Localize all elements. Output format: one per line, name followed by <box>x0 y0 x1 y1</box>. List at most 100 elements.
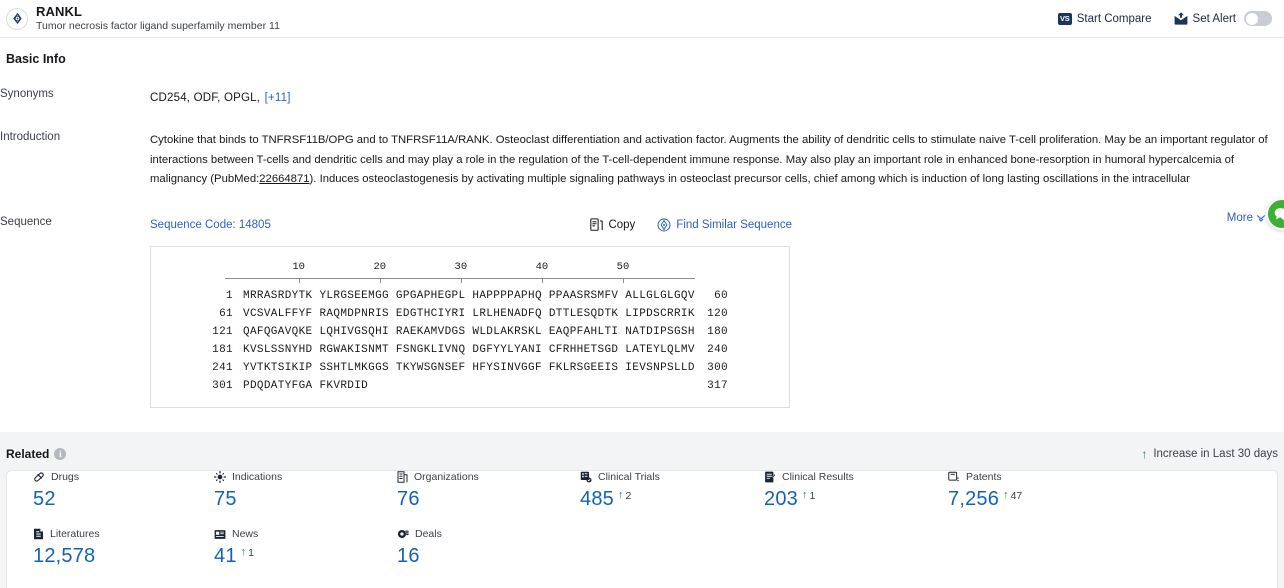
set-alert-control[interactable]: Set Alert <box>1174 11 1272 26</box>
copy-icon <box>590 217 604 232</box>
sequence-code[interactable]: Sequence Code: 14805 <box>150 219 271 231</box>
related-stat-delta-value: 1 <box>809 490 816 502</box>
related-stats-card: Drugs 52 Indications 75 Organizations 76 Clini… <box>6 470 1278 588</box>
sequence-line-residues: MRRASRDYTK YLRGSEEMGG GPGAPHEGPL HAPPPPA… <box>243 289 695 302</box>
alert-bell-icon <box>1174 12 1188 25</box>
related-section: Related i ↑ Increase in Last 30 days Dru… <box>0 432 1284 588</box>
find-similar-icon <box>657 218 671 232</box>
copy-label: Copy <box>608 218 636 231</box>
clinical-trials-icon <box>580 471 592 483</box>
set-alert-toggle[interactable] <box>1244 11 1272 26</box>
up-arrow-icon: ↑ <box>240 546 247 558</box>
sequence-line-start: 61 <box>219 307 233 320</box>
related-title: Related <box>6 447 50 461</box>
up-arrow-icon: ↑ <box>1141 447 1148 461</box>
ruler-tick-label: 50 <box>616 260 630 273</box>
pubmed-link[interactable]: 22664871 <box>259 173 309 185</box>
find-similar-sequence-button[interactable]: Find Similar Sequence <box>657 218 792 232</box>
synonyms-more-link[interactable]: [+11] <box>265 92 291 104</box>
related-stat-delta: ↑ 1 <box>240 545 254 560</box>
related-stat-value: 76 <box>397 488 420 510</box>
sequence-viewer[interactable]: 10 20 30 40 50 1 MRRASRDYTK YLRGSEEMGG GPGAPH… <box>150 245 790 408</box>
building-icon <box>397 471 408 483</box>
sequence-line-residues: KVSLSSNYHD RGWAKISNMT FSNGKLIVNQ DGFYYLY… <box>243 343 695 356</box>
related-stat-news[interactable]: News 41 ↑ 1 <box>214 528 258 567</box>
up-arrow-icon: ↑ <box>1003 489 1009 501</box>
related-stat-delta: ↑ 47 <box>1003 488 1023 503</box>
sequence-toolbar: Sequence Code: 14805 Copy Find Similar S… <box>150 216 1284 234</box>
related-stat-value: 7,256 <box>948 488 1000 510</box>
related-stat-deals[interactable]: Deals 16 <box>397 528 442 567</box>
page-subtitle: Tumor necrosis factor ligand superfamily… <box>36 20 280 33</box>
copy-button[interactable]: Copy <box>590 217 636 232</box>
related-stat-label: News <box>232 528 259 540</box>
pill-icon <box>33 471 45 483</box>
introduction-part2: ). Induces osteoclastogenesis by activat… <box>309 173 1190 185</box>
ruler-tick <box>541 277 543 283</box>
related-stat-drugs[interactable]: Drugs 52 <box>33 471 79 510</box>
basic-info-section: Basic Info Synonyms CD254, ODF, OPGL, [+… <box>0 38 1284 432</box>
literature-icon <box>33 528 44 540</box>
related-stat-delta-value: 47 <box>1010 490 1023 502</box>
sequence-line-end: 300 <box>707 361 728 374</box>
related-stat-value: 52 <box>33 488 56 510</box>
related-stat-label: Indications <box>232 471 283 483</box>
ruler-tick-label: 30 <box>454 260 468 273</box>
related-stat-label: Literatures <box>50 528 100 540</box>
related-stat-label: Clinical Trials <box>598 471 660 483</box>
related-stat-label: Patents <box>966 471 1002 483</box>
vs-compare-icon: VS <box>1057 12 1072 25</box>
virus-icon <box>214 471 226 483</box>
related-header: Related i ↑ Increase in Last 30 days <box>0 432 1284 462</box>
sequence-line-start: 181 <box>212 343 233 356</box>
related-stat-organizations[interactable]: Organizations 76 <box>397 471 479 510</box>
sequence-line: 121 QAFQGAVQKE LQHIVGSQHI RAEKAMVDGS WLDL… <box>151 323 789 341</box>
clinical-results-icon <box>764 471 776 483</box>
info-icon[interactable]: i <box>54 448 67 460</box>
sequence-line-start: 121 <box>212 325 233 338</box>
sequence-line-end: 60 <box>714 289 728 302</box>
related-stat-label: Drugs <box>51 471 80 483</box>
basic-info-heading: Basic Info <box>6 52 66 66</box>
patent-icon <box>948 471 960 483</box>
up-arrow-icon: ↑ <box>801 489 808 501</box>
ruler-tick-label: 20 <box>373 260 387 273</box>
set-alert-label: Set Alert <box>1192 12 1236 25</box>
introduction-more-button[interactable]: More <box>1227 212 1266 224</box>
related-stat-clinical-results[interactable]: Clinical Results 203 ↑ 1 <box>764 471 854 510</box>
sequence-line-end: 240 <box>707 343 728 356</box>
related-stat-patents[interactable]: Patents 7,256 ↑ 47 <box>948 471 1022 510</box>
sequence-line-residues: PDQDATYFGA FKVRDID <box>243 379 369 392</box>
ruler-tick-label: 10 <box>292 260 305 273</box>
related-stat-value: 16 <box>397 545 420 567</box>
start-compare-button[interactable]: VS Start Compare <box>1057 12 1152 25</box>
ruler-tick <box>298 277 300 283</box>
related-stat-delta-value: 1 <box>248 547 254 559</box>
ruler-tick <box>379 277 381 283</box>
sequence-line-residues: VCSVALFFYF RAQMDPNRIS EDGTHCIYRI LRLHENA… <box>243 307 695 320</box>
sequence-line-start: 1 <box>226 289 233 302</box>
sequence-line-start: 241 <box>212 361 233 374</box>
related-stat-indications[interactable]: Indications 75 <box>214 471 282 510</box>
up-arrow-icon: ↑ <box>617 489 624 501</box>
related-stat-literatures[interactable]: Literatures 12,578 <box>33 528 100 567</box>
chevron-double-down-icon <box>1256 213 1266 223</box>
sequence-lines: 1 MRRASRDYTK YLRGSEEMGG GPGAPHEGPL HAPPPP… <box>151 287 789 395</box>
sequence-line-end: 120 <box>707 307 728 320</box>
synonyms-row: Synonyms CD254, ODF, OPGL, [+11] <box>0 88 1284 106</box>
related-stat-delta: ↑ 2 <box>617 488 632 503</box>
start-compare-label: Start Compare <box>1076 12 1152 25</box>
introduction-label: Introduction <box>0 131 61 143</box>
ruler-tick <box>460 277 462 283</box>
synonyms-value: CD254, ODF, OPGL, <box>150 92 261 104</box>
related-stat-delta: ↑ 1 <box>801 488 816 503</box>
related-stat-label: Organizations <box>414 471 479 483</box>
introduction-row: Introduction Cytokine that binds to TNFR… <box>0 131 1284 190</box>
sequence-line: 241 YVTKTSIKIP SSHTLMKGGS TKYWSGNSEF HFYS… <box>151 359 789 377</box>
related-stat-delta-value: 2 <box>625 490 632 502</box>
app-header: RANKL Tumor necrosis factor ligand super… <box>0 0 1284 38</box>
related-legend: ↑ Increase in Last 30 days <box>1141 448 1278 460</box>
related-stat-value: 12,578 <box>33 545 96 567</box>
related-stat-clinical-trials[interactable]: Clinical Trials 485 ↑ 2 <box>580 471 660 510</box>
target-diamond-icon <box>6 7 28 30</box>
